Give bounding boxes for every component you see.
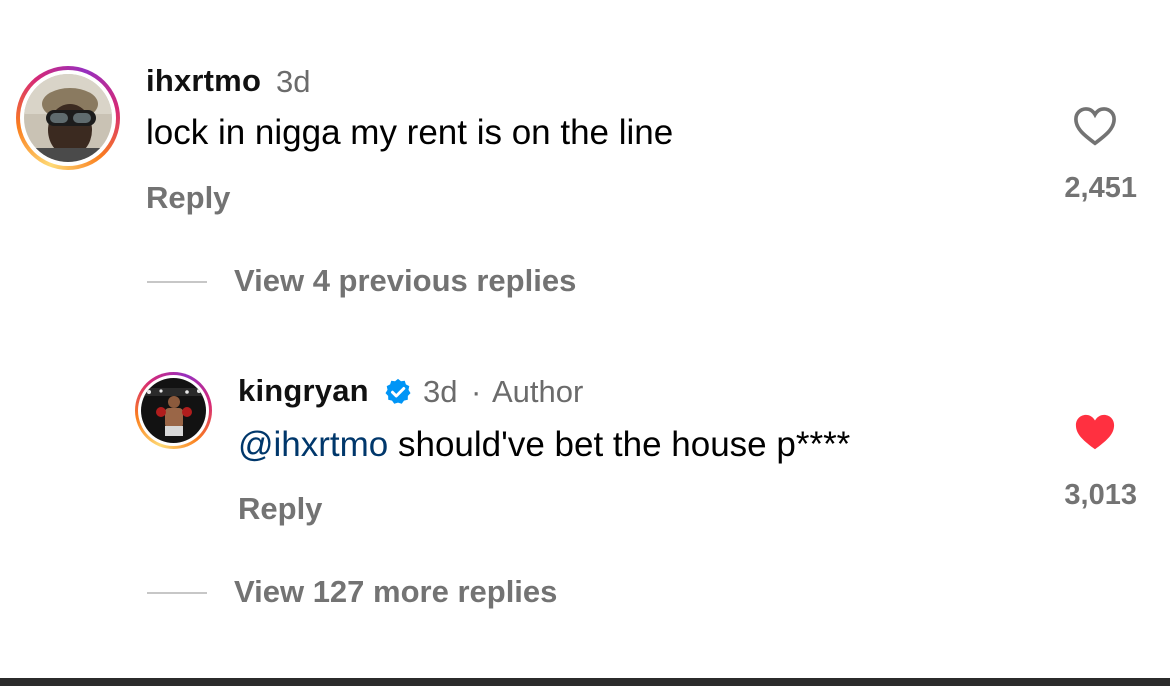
reply-button[interactable]: Reply — [238, 491, 322, 527]
verified-badge-icon — [385, 378, 411, 404]
reply-username[interactable]: kingryan — [238, 373, 369, 409]
comment-username[interactable]: ihxrtmo — [146, 63, 261, 99]
comment-timestamp: 3d — [276, 64, 311, 99]
view-more-replies-label[interactable]: View 127 more replies — [234, 574, 557, 610]
author-label: Author — [492, 374, 584, 409]
reply-timestamp: 3d — [423, 374, 458, 409]
heart-outline-icon[interactable] — [1073, 106, 1117, 146]
heart-filled-icon[interactable] — [1073, 412, 1117, 452]
reply-text-body: should've bet the house p**** — [388, 425, 851, 464]
mention-link[interactable]: @ihxrtmo — [238, 425, 388, 464]
reply-button[interactable]: Reply — [146, 180, 230, 216]
avatar[interactable] — [135, 372, 212, 449]
thread-line — [147, 281, 207, 283]
user-avatar-goggles-icon — [24, 74, 112, 162]
view-previous-replies-label[interactable]: View 4 previous replies — [234, 263, 576, 299]
thread-line — [147, 592, 207, 594]
comment-text: lock in nigga my rent is on the line — [146, 113, 674, 152]
like-count: 3,013 — [1064, 479, 1137, 511]
like-count: 2,451 — [1064, 172, 1137, 204]
user-avatar-boxer-icon — [141, 378, 206, 443]
reply-text: @ihxrtmo should've bet the house p**** — [238, 425, 850, 465]
meta-separator: · — [471, 374, 482, 409]
avatar[interactable] — [16, 66, 120, 170]
bottom-divider — [0, 678, 1170, 686]
